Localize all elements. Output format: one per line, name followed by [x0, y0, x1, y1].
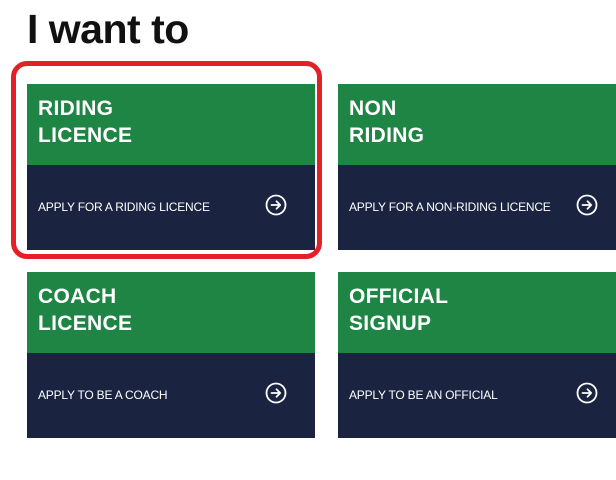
card-header: RIDING LICENCE — [27, 84, 315, 165]
apply-coach-link[interactable]: APPLY TO BE A COACH — [38, 387, 168, 403]
card-title-line: LICENCE — [38, 312, 133, 335]
official-signup-card[interactable]: OFFICIAL SIGNUP APPLY TO BE AN OFFICIAL — [338, 272, 616, 438]
card-footer: APPLY TO BE AN OFFICIAL — [338, 353, 616, 438]
riding-licence-card[interactable]: RIDING LICENCE APPLY FOR A RIDING LICENC… — [27, 84, 315, 250]
card-header: OFFICIAL SIGNUP — [338, 272, 616, 353]
card-title-line: LICENCE — [38, 124, 133, 147]
card-header: NON RIDING — [338, 84, 616, 165]
card-title-line: RIDING — [38, 97, 114, 120]
arrow-circle-right-icon[interactable] — [576, 382, 598, 404]
non-riding-card[interactable]: NON RIDING APPLY FOR A NON-RIDING LICENC… — [338, 84, 616, 250]
card-title-line: NON — [349, 97, 397, 120]
arrow-circle-right-icon[interactable] — [576, 194, 598, 216]
apply-official-link[interactable]: APPLY TO BE AN OFFICIAL — [349, 387, 498, 403]
coach-licence-card[interactable]: COACH LICENCE APPLY TO BE A COACH — [27, 272, 315, 438]
card-title-line: OFFICIAL — [349, 285, 449, 308]
card-title-line: COACH — [38, 285, 117, 308]
card-footer: APPLY FOR A NON-RIDING LICENCE — [338, 165, 616, 250]
card-title-line: RIDING — [349, 124, 425, 147]
page-title: I want to — [27, 6, 189, 52]
arrow-circle-right-icon[interactable] — [265, 382, 287, 404]
apply-riding-licence-link[interactable]: APPLY FOR A RIDING LICENCE — [38, 199, 210, 215]
card-footer: APPLY TO BE A COACH — [27, 353, 315, 438]
apply-non-riding-licence-link[interactable]: APPLY FOR A NON-RIDING LICENCE — [349, 199, 551, 215]
card-footer: APPLY FOR A RIDING LICENCE — [27, 165, 315, 250]
card-title-line: SIGNUP — [349, 312, 432, 335]
arrow-circle-right-icon[interactable] — [265, 194, 287, 216]
card-header: COACH LICENCE — [27, 272, 315, 353]
